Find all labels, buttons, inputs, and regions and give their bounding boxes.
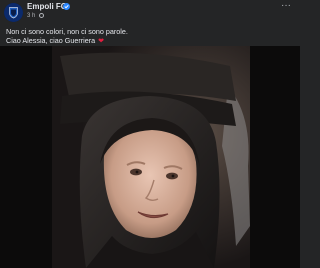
facebook-post: Empoli FC 3 h ··· Non ci sono colori, no… [0,0,300,268]
page-name[interactable]: Empoli FC [27,2,67,12]
caption-line-1: Non ci sono colori, non ci sono parole. [6,27,128,36]
post-header: Empoli FC 3 h ··· [0,0,300,22]
caption-line-2-text: Ciao Alessia, ciao Guerriera [6,36,96,45]
heart-icon: ❤ [98,38,104,45]
caption-line-2: Ciao Alessia, ciao Guerriera ❤ [6,36,296,46]
verified-badge-icon [63,3,70,10]
post-photo[interactable] [0,46,300,268]
post-meta: 3 h [27,12,45,20]
post-caption: Non ci sono colori, non ci sono parole. … [6,27,296,46]
globe-icon [39,13,45,18]
post-timestamp[interactable]: 3 h [27,13,35,19]
empoli-logo-icon[interactable] [4,3,23,22]
more-options-icon[interactable]: ··· [278,1,294,14]
